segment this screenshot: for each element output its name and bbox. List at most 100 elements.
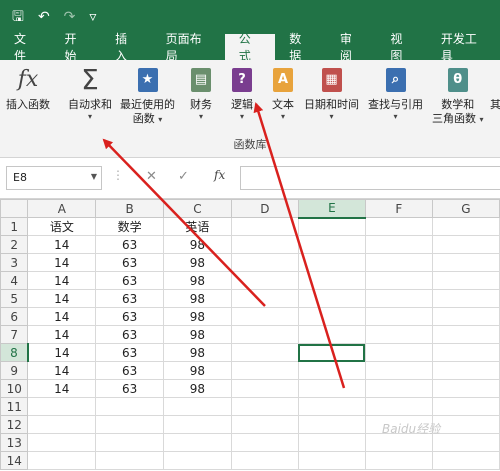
row-header[interactable]: 5: [0, 289, 29, 308]
cell-f10[interactable]: [364, 379, 433, 398]
formula-bar-grip-icon[interactable]: ⋮: [112, 168, 124, 188]
cell-f11[interactable]: [364, 397, 433, 416]
cell-b10[interactable]: 63: [95, 379, 165, 398]
text-button[interactable]: A 文本 ▾: [270, 66, 296, 122]
cell-d11[interactable]: [230, 397, 299, 416]
cell-e11[interactable]: [297, 397, 366, 416]
cell-b1[interactable]: 数学: [95, 217, 165, 236]
cell-e5[interactable]: [297, 289, 366, 308]
cell-a9[interactable]: 14: [27, 361, 97, 380]
cell-b6[interactable]: 63: [95, 307, 165, 326]
cell-c7[interactable]: 98: [163, 325, 232, 344]
row-header[interactable]: 14: [0, 451, 29, 470]
cell-g5[interactable]: [431, 289, 500, 308]
cell-f5[interactable]: [364, 289, 433, 308]
recent-functions-button[interactable]: ★ 最近使用的 函数 ▾: [120, 66, 175, 126]
cell-d1[interactable]: [230, 217, 299, 236]
cell-d2[interactable]: [230, 235, 299, 254]
cell-g11[interactable]: [431, 397, 500, 416]
cell-e1[interactable]: [297, 217, 366, 236]
tab-insert[interactable]: 插入: [101, 32, 152, 63]
cell-b12[interactable]: [95, 415, 165, 434]
tab-data[interactable]: 数据: [275, 32, 326, 63]
cell-a5[interactable]: 14: [27, 289, 97, 308]
cell-g13[interactable]: [431, 433, 500, 452]
cell-c1[interactable]: 英语: [163, 217, 232, 236]
column-header-f[interactable]: F: [364, 199, 433, 218]
cell-a12[interactable]: [27, 415, 97, 434]
cancel-icon[interactable]: ✕: [146, 169, 157, 184]
cell-f2[interactable]: [364, 235, 433, 254]
cell-c14[interactable]: [163, 451, 232, 470]
cell-d14[interactable]: [230, 451, 299, 470]
cell-e8[interactable]: [297, 343, 366, 362]
cell-e9[interactable]: [297, 361, 366, 380]
cell-d3[interactable]: [230, 253, 299, 272]
cell-a3[interactable]: 14: [27, 253, 97, 272]
cell-d10[interactable]: [230, 379, 299, 398]
cell-c4[interactable]: 98: [163, 271, 232, 290]
enter-icon[interactable]: ✓: [178, 169, 189, 184]
tab-formulas[interactable]: 公式: [224, 32, 276, 63]
cell-a14[interactable]: [27, 451, 97, 470]
cell-g3[interactable]: [431, 253, 500, 272]
date-time-button[interactable]: ▦ 日期和时间 ▾: [304, 66, 359, 122]
autosum-button[interactable]: Σ 自动求和 ▾: [68, 66, 112, 122]
cell-f14[interactable]: [364, 451, 433, 470]
cell-e3[interactable]: [297, 253, 366, 272]
cell-b4[interactable]: 63: [95, 271, 165, 290]
tab-review[interactable]: 审阅: [326, 32, 377, 63]
cell-a6[interactable]: 14: [27, 307, 97, 326]
row-header[interactable]: 12: [0, 415, 29, 434]
name-box[interactable]: E8 ▼: [6, 166, 102, 190]
save-icon[interactable]: 🖫: [12, 10, 24, 24]
cell-e4[interactable]: [297, 271, 366, 290]
row-header[interactable]: 7: [0, 325, 29, 344]
logical-button[interactable]: ? 逻辑 ▾: [229, 66, 255, 122]
cell-g4[interactable]: [431, 271, 500, 290]
cell-g6[interactable]: [431, 307, 500, 326]
cell-c5[interactable]: 98: [163, 289, 232, 308]
cell-b9[interactable]: 63: [95, 361, 165, 380]
cell-c10[interactable]: 98: [163, 379, 232, 398]
cell-f9[interactable]: [364, 361, 433, 380]
cell-b3[interactable]: 63: [95, 253, 165, 272]
cell-b14[interactable]: [95, 451, 165, 470]
cell-f6[interactable]: [364, 307, 433, 326]
column-header-g[interactable]: G: [431, 199, 500, 218]
cell-g12[interactable]: [431, 415, 500, 434]
cell-c13[interactable]: [163, 433, 232, 452]
cell-g2[interactable]: [431, 235, 500, 254]
redo-icon[interactable]: ↷: [64, 10, 76, 24]
cell-c8[interactable]: 98: [163, 343, 232, 362]
cell-a10[interactable]: 14: [27, 379, 97, 398]
cell-e12[interactable]: [297, 415, 366, 434]
tab-page-layout[interactable]: 页面布局: [152, 32, 225, 63]
cell-f1[interactable]: [364, 217, 433, 236]
cell-e7[interactable]: [297, 325, 366, 344]
cell-c9[interactable]: 98: [163, 361, 232, 380]
cell-f4[interactable]: [364, 271, 433, 290]
customize-icon[interactable]: ▿: [89, 10, 96, 24]
row-header[interactable]: 8: [0, 343, 29, 362]
cell-c2[interactable]: 98: [163, 235, 232, 254]
cell-f8[interactable]: [364, 343, 433, 362]
row-header[interactable]: 11: [0, 397, 29, 416]
financial-button[interactable]: ▤ 财务 ▾: [188, 66, 214, 122]
cell-d9[interactable]: [230, 361, 299, 380]
formula-input[interactable]: [240, 166, 500, 190]
cell-d6[interactable]: [230, 307, 299, 326]
cell-a13[interactable]: [27, 433, 97, 452]
column-header-e[interactable]: E: [297, 199, 366, 219]
tab-view[interactable]: 视图: [376, 32, 427, 63]
cell-e2[interactable]: [297, 235, 366, 254]
cell-b8[interactable]: 63: [95, 343, 165, 362]
insert-function-fx-icon[interactable]: fx: [214, 168, 225, 182]
cell-g10[interactable]: [431, 379, 500, 398]
cell-g14[interactable]: [431, 451, 500, 470]
math-trig-button[interactable]: θ 数学和 三角函数 ▾: [432, 66, 484, 126]
cell-a7[interactable]: 14: [27, 325, 97, 344]
row-header[interactable]: 6: [0, 307, 29, 326]
cell-e14[interactable]: [297, 451, 366, 470]
cell-a1[interactable]: 语文: [27, 217, 97, 236]
